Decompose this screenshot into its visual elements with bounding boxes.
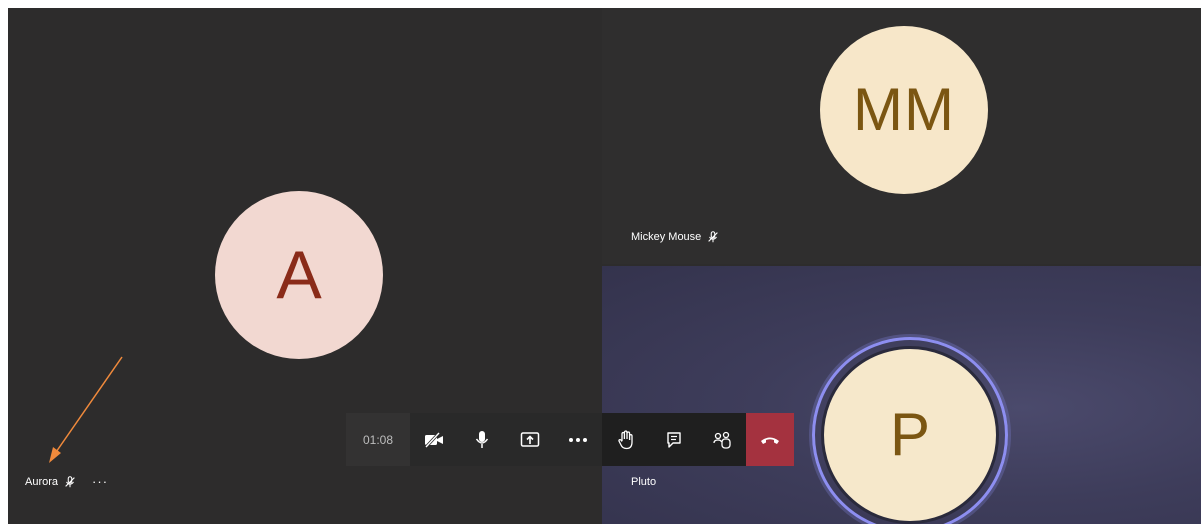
hang-up-button[interactable]	[746, 413, 794, 466]
participant-name: Aurora	[25, 475, 59, 488]
participant-name-tag: Aurora ···	[25, 474, 108, 489]
more-actions-button[interactable]	[554, 413, 602, 466]
camera-off-icon	[424, 431, 443, 448]
call-timer: 01:08	[346, 413, 410, 466]
participants-icon	[713, 431, 731, 449]
microphone-icon	[475, 430, 489, 448]
raise-hand-button[interactable]	[602, 413, 650, 466]
avatar-initials: A	[276, 237, 322, 313]
more-options-icon[interactable]: ···	[92, 474, 108, 489]
share-screen-button[interactable]	[506, 413, 554, 466]
participant-name: Mickey Mouse	[631, 231, 702, 243]
raise-hand-icon	[618, 429, 633, 449]
participant-name-tag: Pluto	[631, 476, 656, 488]
avatar-aurora: A	[215, 191, 383, 359]
call-controls-secondary	[602, 413, 746, 466]
more-icon	[569, 437, 587, 442]
avatar-mickey-mouse: MM	[820, 26, 988, 194]
mic-off-icon	[708, 231, 719, 243]
participant-name-tag: Mickey Mouse	[631, 230, 720, 244]
chat-button[interactable]	[650, 413, 698, 466]
avatar-initials: MM	[853, 76, 955, 143]
participants-button[interactable]	[698, 413, 746, 466]
hang-up-icon	[761, 437, 779, 444]
avatar-pluto: P	[821, 346, 999, 524]
chat-icon	[667, 431, 681, 448]
call-controls-toolbar: 01:08	[346, 413, 794, 466]
participant-name: Pluto	[631, 476, 657, 488]
microphone-toggle-button[interactable]	[458, 413, 506, 466]
call-controls-primary: 01:08	[346, 413, 602, 466]
avatar-initials: P	[889, 401, 931, 468]
video-tile-mickey-mouse[interactable]: MM Mickey Mouse	[602, 8, 1201, 264]
video-tile-pluto[interactable]: P Pluto	[602, 266, 1201, 524]
mic-off-icon	[65, 475, 75, 487]
share-screen-icon	[520, 431, 540, 447]
camera-toggle-button[interactable]	[410, 413, 458, 466]
